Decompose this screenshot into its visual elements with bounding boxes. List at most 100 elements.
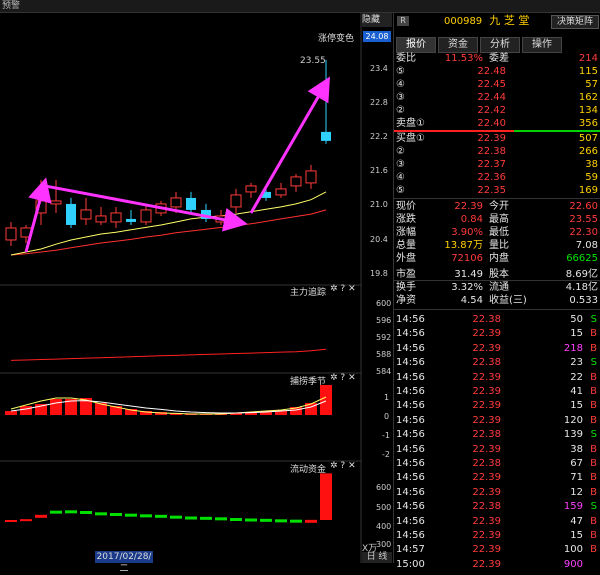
- tick-time: 14:56: [396, 386, 425, 397]
- tick-time: 14:56: [396, 429, 425, 441]
- help-icon[interactable]: ?: [340, 373, 345, 383]
- tick-volume: 38: [570, 443, 583, 455]
- indicator-panel-liquidity[interactable]: [5, 473, 332, 523]
- ask-level: ③: [396, 92, 405, 103]
- liquidity-bar: [140, 514, 152, 518]
- tick-volume: 67: [570, 458, 583, 469]
- gear-icon[interactable]: ✲: [330, 373, 338, 383]
- close-icon[interactable]: ✕: [348, 373, 356, 383]
- gear-icon[interactable]: ✲: [330, 461, 338, 471]
- ask-row: ④ 22.45 57: [394, 78, 600, 91]
- tick-row: 14:56 22.39 71 B: [394, 471, 600, 484]
- stat-value: 22.30: [569, 227, 598, 238]
- tab-operation[interactable]: 操作: [522, 37, 562, 53]
- tick-volume: 15: [570, 530, 583, 541]
- tick-row: 15:00 22.39 900: [394, 558, 600, 571]
- tick-price: 22.39: [472, 414, 501, 426]
- tick-time: 14:57: [396, 544, 425, 556]
- window-title: 预警: [2, 1, 21, 11]
- candle-body: [290, 176, 302, 187]
- bid-row: ⑤ 22.35 169: [394, 184, 600, 197]
- indicator-panel-fishing-season[interactable]: [5, 385, 332, 415]
- candle-body: [50, 200, 62, 205]
- tick-side: B: [590, 443, 597, 455]
- stat-value: 7.08: [575, 240, 598, 251]
- ask-level: ⑤: [396, 66, 405, 77]
- tick-volume: 15: [570, 400, 583, 412]
- period-button[interactable]: 日 线: [362, 552, 392, 563]
- tick-time: 14:56: [396, 515, 425, 527]
- tab-funds[interactable]: 资金: [438, 37, 478, 53]
- tick-volume: 900: [563, 558, 583, 570]
- indicator-panel-main-force[interactable]: [10, 348, 327, 361]
- tick-price: 22.39: [472, 371, 501, 383]
- bid-row: ② 22.38 266: [394, 145, 600, 158]
- indicator-title-liquidity: 流动资金: [290, 465, 327, 475]
- stat-value: 0.533: [569, 295, 598, 306]
- tick-row: 14:56 22.38 67 B: [394, 457, 600, 470]
- fishing-bar: [5, 411, 17, 415]
- stat-label: 现价: [396, 201, 416, 212]
- help-icon[interactable]: ?: [340, 284, 345, 294]
- tick-price: 22.39: [472, 472, 501, 484]
- liquidity-bar: [305, 519, 317, 523]
- close-icon[interactable]: ✕: [348, 284, 356, 294]
- bid-volume: 266: [578, 146, 598, 157]
- help-icon[interactable]: ?: [340, 461, 345, 471]
- tick-side: S: [590, 357, 597, 369]
- tab-analysis[interactable]: 分析: [480, 37, 520, 53]
- stat-label: 最高: [489, 214, 509, 225]
- stat-label: 涨跌: [396, 214, 416, 225]
- liquidity-bar: [125, 513, 137, 517]
- bid-price: 22.36: [477, 172, 506, 183]
- decision-matrix-button[interactable]: 决策矩阵: [551, 15, 599, 29]
- indicator-controls[interactable]: ✲ ? ✕: [330, 373, 356, 383]
- close-icon[interactable]: ✕: [348, 461, 356, 471]
- ask-volume: 57: [585, 79, 598, 90]
- tick-time: 14:56: [396, 314, 425, 325]
- tab-quote[interactable]: 报价: [396, 37, 436, 53]
- liquidity-bar: [5, 520, 17, 522]
- tick-row: 14:56 22.38 23 S: [394, 356, 600, 369]
- tick-row: 14:56 22.39 218 B: [394, 342, 600, 355]
- liquidity-bar: [65, 510, 77, 514]
- gear-icon[interactable]: ✲: [330, 284, 338, 294]
- bid-level: 买盘①: [396, 133, 425, 144]
- stat-value: 3.90%: [451, 227, 483, 238]
- tick-price: 22.39: [472, 530, 501, 541]
- tick-row: 14:56 22.38 159 S: [394, 500, 600, 513]
- tick-row: 14:56 22.39 15 B: [394, 529, 600, 542]
- tick-side: S: [590, 501, 597, 513]
- axis-tick: 592: [376, 333, 392, 342]
- stat-value: 22.39: [454, 201, 483, 212]
- stat-value: 66625: [566, 253, 598, 264]
- stat-label: 收益(三): [489, 295, 527, 306]
- current-price-marker: 24.08: [363, 31, 391, 42]
- price-high-label: 23.55: [300, 56, 326, 66]
- date-cursor-label: 2017/02/28/二: [95, 551, 153, 574]
- tick-row: 14:56 22.39 120 B: [394, 414, 600, 427]
- tick-volume: 120: [563, 414, 583, 426]
- tick-price: 22.38: [472, 429, 501, 441]
- liquidity-bar: [80, 511, 92, 514]
- main-force-line: [10, 348, 327, 361]
- tick-volume: 47: [570, 515, 583, 527]
- tick-price: 22.39: [472, 400, 501, 412]
- bid-level: ③: [396, 159, 405, 170]
- ask-price: 22.44: [477, 92, 506, 103]
- tick-time: 14:56: [396, 486, 425, 498]
- tick-side: B: [590, 458, 597, 469]
- hide-button[interactable]: 隐藏>>: [362, 13, 392, 39]
- stat-value: 4.18亿: [565, 282, 598, 293]
- stock-code: 000989: [444, 16, 483, 27]
- ask-level: ②: [396, 105, 405, 116]
- indicator-controls[interactable]: ✲ ? ✕: [330, 284, 356, 294]
- tick-row: 14:56 22.39 12 B: [394, 486, 600, 499]
- stat-value: 4.54: [460, 295, 483, 306]
- indicator-title-fishing-season: 捕捞季节: [290, 377, 327, 387]
- tick-side: B: [590, 386, 597, 397]
- candle-body: [110, 212, 122, 223]
- separator: [394, 280, 600, 281]
- tick-price: 22.39: [472, 558, 501, 570]
- indicator-controls[interactable]: ✲ ? ✕: [330, 461, 356, 471]
